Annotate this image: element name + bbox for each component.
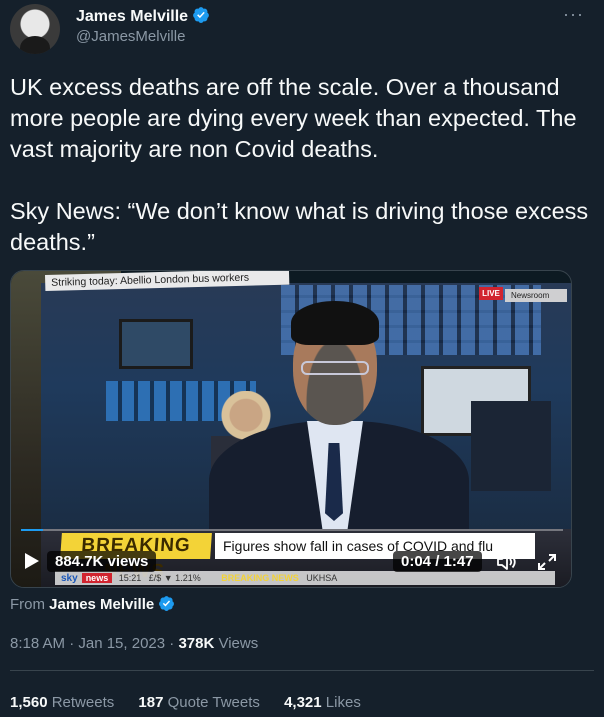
- video-views: 884.7K views: [47, 551, 157, 572]
- author-handle[interactable]: @JamesMelville: [76, 28, 185, 45]
- tweet-stats: 1,560 Retweets 187 Quote Tweets 4,321 Li…: [10, 694, 381, 711]
- quote-tweets-stat[interactable]: 187 Quote Tweets: [138, 694, 259, 711]
- divider: [10, 670, 594, 671]
- fullscreen-icon[interactable]: [537, 553, 557, 571]
- from-author-name[interactable]: James Melville: [49, 596, 154, 613]
- more-options-icon[interactable]: ···: [563, 4, 584, 25]
- video-attribution: From James Melville: [10, 595, 175, 613]
- author-name[interactable]: James Melville: [76, 6, 210, 26]
- likes-count: 4,321: [284, 694, 322, 711]
- video-progress-fill: [21, 529, 43, 531]
- tweet-text: UK excess deaths are off the scale. Over…: [10, 74, 589, 255]
- video-player[interactable]: Striking today: Abellio London bus worke…: [10, 270, 572, 588]
- play-icon[interactable]: [25, 553, 39, 569]
- tweet-views-label: Views: [214, 635, 259, 652]
- video-controls: 884.7K views 0:04 / 1:47: [11, 543, 571, 579]
- verified-badge-icon: [192, 6, 210, 24]
- volume-icon[interactable]: [497, 553, 517, 571]
- quote-tweets-label: Quote Tweets: [167, 694, 260, 711]
- studio-right-panel: [471, 401, 551, 491]
- retweets-count: 1,560: [10, 694, 48, 711]
- tweet-timestamp[interactable]: 8:18 AM · Jan 15, 2023 ·: [10, 635, 178, 652]
- quote-tweets-count: 187: [138, 694, 164, 711]
- video-progress-bar[interactable]: [21, 529, 563, 531]
- author-name-text[interactable]: James Melville: [76, 8, 188, 25]
- retweets-stat[interactable]: 1,560 Retweets: [10, 694, 114, 711]
- tweet-meta: 8:18 AM · Jan 15, 2023 · 378K Views: [10, 635, 258, 652]
- newsroom-label: Newsroom: [505, 289, 567, 302]
- likes-label: Likes: [325, 694, 361, 711]
- tweet-header: James Melville @JamesMelville ···: [10, 4, 594, 56]
- live-badge: LIVE: [479, 287, 503, 300]
- studio-monitor: [119, 319, 193, 369]
- likes-stat[interactable]: 4,321 Likes: [284, 694, 361, 711]
- verified-badge-icon: [158, 595, 175, 612]
- avatar[interactable]: [10, 4, 60, 54]
- tweet-views-count: 378K: [178, 635, 215, 652]
- presenter-glasses: [301, 361, 369, 375]
- video-time: 0:04 / 1:47: [393, 551, 482, 572]
- from-prefix: From: [10, 596, 45, 613]
- retweets-label: Retweets: [51, 694, 115, 711]
- presenter-hair: [291, 301, 379, 345]
